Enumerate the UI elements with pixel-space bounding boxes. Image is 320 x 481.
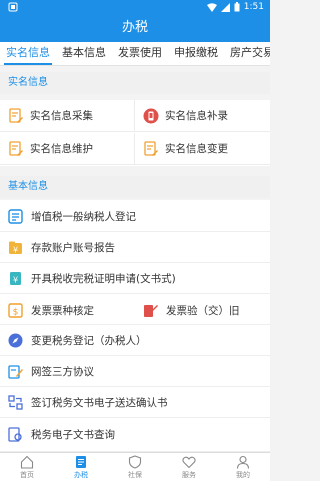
nav-home[interactable]: 首页	[0, 453, 54, 481]
status-bar: 1:51	[0, 0, 270, 14]
invoice-check-icon	[144, 304, 158, 317]
deposit-account-report-item[interactable]: ¥ 存款账户账号报告	[0, 233, 270, 263]
tab-realname-info[interactable]: 实名信息	[0, 42, 56, 65]
vat-general-register-label: 增值税一般纳税人登记	[31, 211, 136, 223]
list-icon	[8, 209, 23, 224]
signal-icon	[220, 2, 230, 12]
shield-icon	[128, 454, 142, 469]
deposit-account-report-label: 存款账户账号报告	[31, 242, 115, 254]
realname-grid: 实名信息采集 实名信息补录 实名信息维护 实名信息变更	[0, 100, 270, 166]
nav-social-security[interactable]: 社保	[108, 453, 162, 481]
electronic-document-query-item[interactable]: 税务电子文书查询	[0, 419, 270, 452]
svg-text:$: $	[13, 307, 19, 317]
home-icon	[20, 455, 34, 469]
section-title-realname: 实名信息	[0, 72, 270, 94]
tab-basic-info[interactable]: 基本信息	[56, 42, 112, 65]
realname-change-item[interactable]: 实名信息变更	[135, 133, 270, 165]
invoice-type-approval-label: 发票票种核定	[31, 304, 94, 317]
tab-declare-pay[interactable]: 申报缴税	[168, 42, 224, 65]
doc-search-icon	[8, 427, 22, 442]
transfer-icon	[8, 395, 23, 410]
nav-tax-label: 办税	[74, 470, 88, 479]
nav-social-security-label: 社保	[128, 470, 142, 479]
yen-doc-icon: ¥	[10, 272, 21, 285]
doc-edit-icon	[9, 140, 23, 156]
invoice-row: $ 发票票种核定 发票验（交）旧	[0, 295, 270, 325]
realname-maintain-item[interactable]: 实名信息维护	[0, 133, 135, 165]
page-title: 办税	[0, 14, 270, 42]
tab-invoice-use[interactable]: 发票使用	[112, 42, 168, 65]
electronic-delivery-confirm-label: 签订税务文书电子送达确认书	[31, 397, 168, 409]
category-tabs: 实名信息 基本信息 发票使用 申报缴税 房产交易	[0, 42, 270, 66]
compass-icon	[8, 333, 23, 348]
phone-doc-icon	[143, 108, 159, 123]
change-tax-registration-label: 变更税务登记（办税人）	[31, 335, 147, 347]
nav-service[interactable]: 服务	[162, 453, 216, 481]
electronic-delivery-confirm-item[interactable]: 签订税务文书电子送达确认书	[0, 388, 270, 418]
svg-text:¥: ¥	[13, 276, 18, 285]
status-time: 1:51	[243, 2, 264, 12]
online-tripartite-agreement-item[interactable]: 网签三方协议	[0, 357, 270, 387]
notification-icon	[8, 2, 18, 12]
nav-home-label: 首页	[20, 470, 34, 479]
nav-service-label: 服务	[182, 470, 196, 479]
realname-maintain-label: 实名信息维护	[30, 143, 93, 155]
invoice-icon: $	[8, 302, 23, 318]
realname-supplement-item[interactable]: 实名信息补录	[135, 100, 270, 132]
nav-mine[interactable]: 我的	[216, 453, 270, 481]
doc-edit-icon	[9, 107, 23, 123]
tax-payment-certificate-label: 开具税收完税证明申请(文书式)	[31, 273, 176, 285]
battery-icon	[234, 2, 240, 12]
invoice-check-old-item[interactable]: 发票验（交）旧	[135, 295, 270, 325]
yen-folder-icon: ¥	[9, 241, 22, 255]
tab-property-trade[interactable]: 房产交易	[224, 42, 270, 65]
vat-general-register-item[interactable]: 增值税一般纳税人登记	[0, 202, 270, 232]
realname-collect-item[interactable]: 实名信息采集	[0, 100, 135, 132]
nav-mine-label: 我的	[236, 470, 250, 479]
bottom-nav: 首页 办税 社保 服务 我的	[0, 452, 270, 481]
online-tripartite-agreement-label: 网签三方协议	[31, 366, 94, 378]
nav-tax[interactable]: 办税	[54, 453, 108, 481]
basic-list: 增值税一般纳税人登记 ¥ 存款账户账号报告 ¥ 开具税收完税证明申请(文书式) …	[0, 200, 270, 452]
invoice-type-approval-item[interactable]: $ 发票票种核定	[0, 295, 135, 325]
heart-icon	[182, 456, 196, 468]
electronic-document-query-label: 税务电子文书查询	[31, 429, 115, 441]
wifi-icon	[206, 2, 217, 12]
svg-text:¥: ¥	[13, 246, 18, 255]
realname-change-label: 实名信息变更	[165, 143, 228, 155]
invoice-check-old-label: 发票验（交）旧	[166, 304, 240, 317]
tax-payment-certificate-item[interactable]: ¥ 开具税收完税证明申请(文书式)	[0, 264, 270, 294]
realname-supplement-label: 实名信息补录	[165, 110, 228, 122]
doc-edit-icon	[144, 140, 158, 156]
realname-collect-label: 实名信息采集	[30, 110, 93, 122]
section-title-basic: 基本信息	[0, 176, 270, 198]
change-tax-registration-item[interactable]: 变更税务登记（办税人）	[0, 326, 270, 356]
tax-doc-icon	[76, 455, 86, 468]
pen-doc-icon	[8, 365, 23, 379]
user-icon	[236, 455, 250, 469]
